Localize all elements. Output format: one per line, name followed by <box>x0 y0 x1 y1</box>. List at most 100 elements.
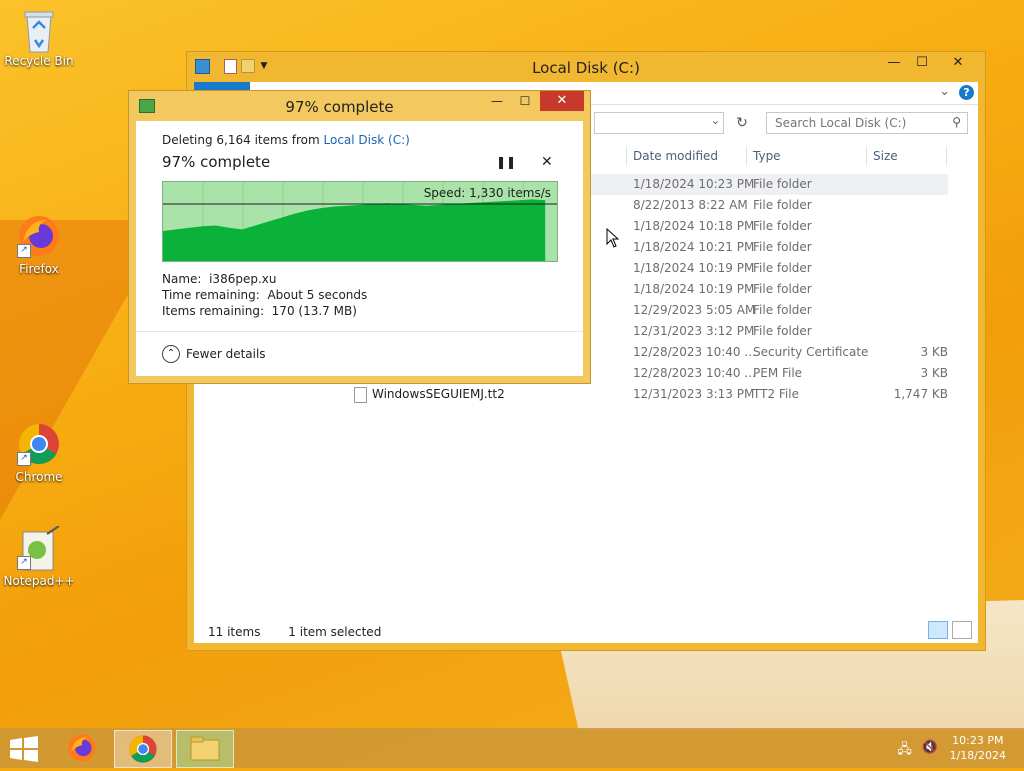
file-date: 12/28/2023 10:40 ... <box>633 366 756 380</box>
shortcut-arrow-icon: ↗ <box>17 556 31 570</box>
file-type: File folder <box>753 303 812 317</box>
chrome-icon: ↗ <box>17 422 61 466</box>
speed-graph: Speed: 1,330 items/s <box>162 181 558 262</box>
column-separator <box>946 146 947 166</box>
search-box[interactable]: ⚲ <box>766 112 968 134</box>
desktop-icon-recycle-bin[interactable]: Recycle Bin <box>1 6 77 68</box>
dialog-maximize-button[interactable]: ☐ <box>512 91 538 111</box>
mouse-cursor <box>606 228 620 248</box>
desktop-icon-label: Recycle Bin <box>4 54 74 68</box>
file-date: 1/18/2024 10:18 PM <box>633 219 755 233</box>
column-separator <box>626 146 627 166</box>
file-size: 3 KB <box>920 366 948 380</box>
dialog-body: Deleting 6,164 items from Local Disk (C:… <box>136 121 583 376</box>
taskbar-file-explorer[interactable] <box>176 730 234 768</box>
detail-time-row: Time remaining: About 5 seconds <box>162 287 367 303</box>
taskbar-chrome[interactable] <box>114 730 172 768</box>
desktop-icon-chrome[interactable]: ↗ Chrome <box>1 422 77 484</box>
file-type: File folder <box>753 198 812 212</box>
help-icon[interactable]: ? <box>959 85 974 100</box>
desktop-icon-label: Firefox <box>19 262 59 276</box>
transfer-details: Name: i386pep.xu Time remaining: About 5… <box>162 271 367 319</box>
firefox-icon <box>68 734 96 762</box>
file-type: File folder <box>753 219 812 233</box>
address-bar[interactable]: ⌄ <box>594 112 724 134</box>
dialog-close-button[interactable]: ✕ <box>540 91 584 111</box>
desktop-icon-firefox[interactable]: ↗ Firefox <box>1 214 77 276</box>
explorer-titlebar[interactable]: ▼ Local Disk (C:) — ☐ ✕ <box>187 52 985 82</box>
windows-logo-icon <box>10 736 38 762</box>
column-header-size[interactable]: Size <box>873 144 898 168</box>
percent-complete: 97% complete <box>162 153 271 171</box>
file-date: 12/28/2023 10:40 ... <box>633 345 756 359</box>
search-input[interactable] <box>773 113 947 133</box>
operation-text: Deleting 6,164 items from <box>162 133 324 147</box>
folder-icon <box>190 736 220 761</box>
delete-progress-dialog: 97% complete — ☐ ✕ Deleting 6,164 items … <box>128 90 591 384</box>
status-bar: 11 items 1 item selected <box>208 625 405 639</box>
column-header-type[interactable]: Type <box>753 144 781 168</box>
taskbar-firefox[interactable] <box>54 730 110 766</box>
divider <box>136 331 583 332</box>
file-type: File folder <box>753 240 812 254</box>
shortcut-arrow-icon: ↗ <box>17 452 31 466</box>
file-type: File folder <box>753 282 812 296</box>
dialog-titlebar[interactable]: 97% complete — ☐ ✕ <box>129 91 590 121</box>
column-separator <box>746 146 747 166</box>
refresh-icon[interactable]: ↻ <box>732 113 752 133</box>
source-location-link[interactable]: Local Disk (C:) <box>324 133 410 147</box>
network-icon[interactable]: 🖧 <box>897 740 912 762</box>
file-type: PEM File <box>753 366 803 380</box>
speed-label: Speed: 1,330 items/s <box>423 186 551 200</box>
firefox-icon: ↗ <box>17 214 61 258</box>
file-row[interactable]: WindowsSEGUIEMJ.tt2 12/31/2023 3:13 PM TT2… <box>194 384 978 405</box>
start-button[interactable] <box>0 730 50 766</box>
taskbar-clock[interactable]: 10:23 PM 1/18/2024 <box>950 733 1006 763</box>
file-date: 8/22/2013 8:22 AM <box>633 198 748 212</box>
expand-ribbon-icon[interactable]: ⌄ <box>939 84 950 99</box>
details-view-button[interactable] <box>928 621 948 639</box>
close-button[interactable]: ✕ <box>943 52 973 74</box>
explorer-title: Local Disk (C:) <box>532 59 640 77</box>
dialog-minimize-button[interactable]: — <box>484 91 510 111</box>
fewer-details-button[interactable]: ⌃ Fewer details <box>162 345 266 363</box>
pause-button[interactable]: ❚❚ <box>496 155 516 169</box>
file-type: Security Certificate <box>753 345 869 359</box>
column-separator <box>866 146 867 166</box>
file-name: WindowsSEGUIEMJ.tt2 <box>372 387 505 401</box>
view-switcher <box>928 621 972 639</box>
large-icons-view-button[interactable] <box>952 621 972 639</box>
file-type: File folder <box>753 261 812 275</box>
column-header-date[interactable]: Date modified <box>633 144 718 168</box>
volume-muted-icon[interactable]: 🔇 <box>922 740 938 762</box>
item-count: 11 items <box>208 625 261 639</box>
minimize-button[interactable]: — <box>879 52 909 74</box>
operation-description: Deleting 6,164 items from Local Disk (C:… <box>162 133 410 147</box>
desktop-icon-label: Chrome <box>15 470 63 484</box>
file-type: TT2 File <box>753 387 799 401</box>
file-size: 1,747 KB <box>893 387 948 401</box>
desktop-icon-label: Notepad++ <box>3 574 75 588</box>
graph-area <box>163 199 546 261</box>
detail-label: Items remaining: <box>162 304 265 318</box>
file-date: 12/29/2023 5:05 AM <box>633 303 756 317</box>
file-date: 1/18/2024 10:23 PM <box>633 177 755 191</box>
file-date: 12/31/2023 3:13 PM <box>633 387 755 401</box>
detail-items-row: Items remaining: 170 (13.7 MB) <box>162 303 367 319</box>
file-date: 1/18/2024 10:21 PM <box>633 240 755 254</box>
file-type: File folder <box>753 177 812 191</box>
maximize-button[interactable]: ☐ <box>907 52 937 74</box>
clock-time: 10:23 PM <box>952 734 1004 747</box>
file-date: 1/18/2024 10:19 PM <box>633 261 755 275</box>
search-icon[interactable]: ⚲ <box>952 115 961 129</box>
current-file-name: i386pep.xu <box>209 272 277 286</box>
file-size: 3 KB <box>920 345 948 359</box>
chevron-down-icon[interactable]: ⌄ <box>711 114 720 127</box>
file-date: 1/18/2024 10:19 PM <box>633 282 755 296</box>
file-date: 12/31/2023 3:12 PM <box>633 324 755 338</box>
items-remaining: 170 (13.7 MB) <box>271 304 357 318</box>
notepadpp-icon: ↗ <box>17 525 61 571</box>
detail-label: Name: <box>162 272 202 286</box>
stop-button[interactable]: ✕ <box>541 154 553 170</box>
desktop-icon-notepadpp[interactable]: ↗ Notepad++ <box>1 525 77 588</box>
